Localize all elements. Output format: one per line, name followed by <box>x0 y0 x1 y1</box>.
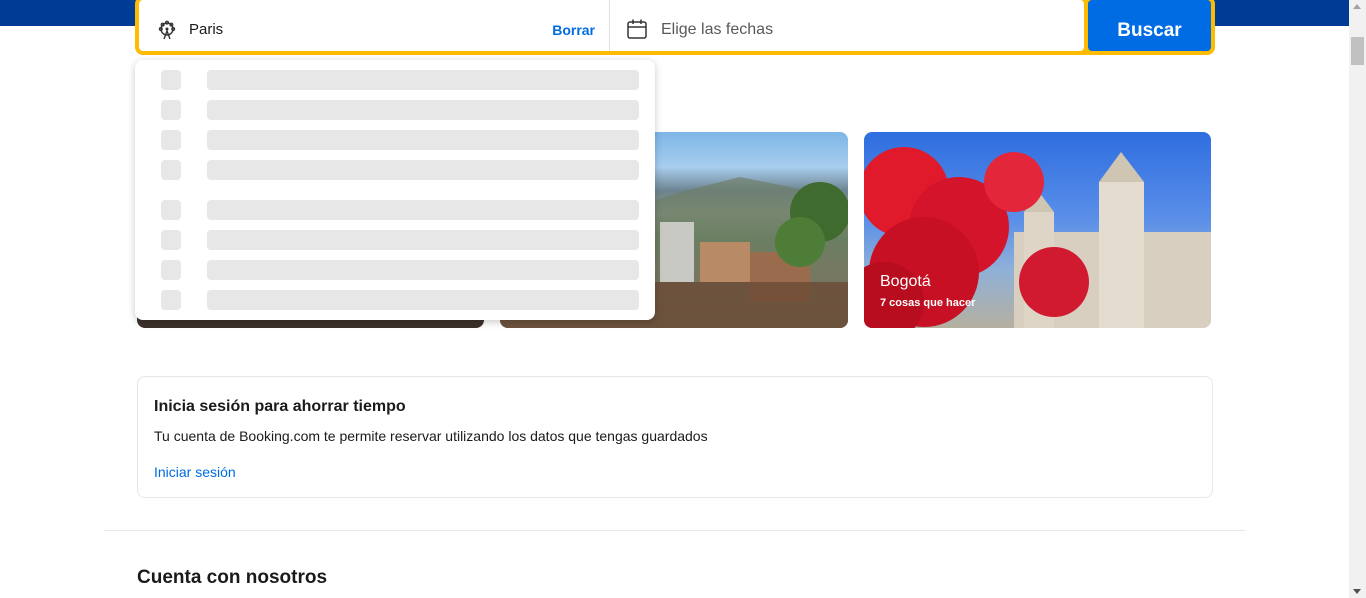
skeleton-icon <box>161 260 181 280</box>
page-scrollbar[interactable] <box>1349 0 1366 598</box>
skeleton-icon <box>161 290 181 310</box>
scroll-down-icon[interactable] <box>1353 589 1361 594</box>
card-title: Bogotá <box>880 273 931 290</box>
skeleton-icon <box>161 130 181 150</box>
skeleton-bar <box>207 130 639 150</box>
skeleton-icon <box>161 100 181 120</box>
section-divider <box>104 530 1245 531</box>
loading-skeleton-row <box>135 200 655 220</box>
ferris-wheel-icon <box>158 20 176 40</box>
skeleton-icon <box>161 230 181 250</box>
destination-field[interactable]: Paris Borrar <box>139 0 609 51</box>
skeleton-icon <box>161 200 181 220</box>
signin-description: Tu cuenta de Booking.com te permite rese… <box>154 428 708 444</box>
loading-skeleton-row <box>135 130 655 150</box>
skeleton-bar <box>207 260 639 280</box>
loading-skeleton-row <box>135 70 655 90</box>
loading-skeleton-row <box>135 100 655 120</box>
scroll-thumb[interactable] <box>1351 37 1364 65</box>
loading-skeleton-row <box>135 290 655 310</box>
signin-banner: Inicia sesión para ahorrar tiempo Tu cue… <box>137 376 1213 498</box>
skeleton-icon <box>161 70 181 90</box>
skeleton-bar <box>207 290 639 310</box>
loading-skeleton-row <box>135 160 655 180</box>
search-bar: Paris Borrar Elige las fechas Buscar <box>135 0 1215 55</box>
skeleton-bar <box>207 230 639 250</box>
clear-button[interactable]: Borrar <box>552 22 595 38</box>
dates-placeholder: Elige las fechas <box>661 21 774 38</box>
calendar-icon <box>627 19 647 39</box>
section-heading: Cuenta con nosotros <box>137 567 328 588</box>
skeleton-bar <box>207 200 639 220</box>
scroll-up-icon[interactable] <box>1353 4 1361 9</box>
suggestions-dropdown <box>135 60 655 320</box>
destination-card-bogota[interactable]: Bogotá 7 cosas que hacer <box>864 132 1211 328</box>
skeleton-icon <box>161 160 181 180</box>
loading-skeleton-row <box>135 260 655 280</box>
search-button[interactable]: Buscar <box>1088 0 1211 51</box>
destination-input[interactable]: Paris <box>189 21 223 38</box>
skeleton-bar <box>207 100 639 120</box>
dates-field[interactable]: Elige las fechas <box>610 0 1084 51</box>
card-subtitle: 7 cosas que hacer <box>880 297 976 309</box>
loading-skeleton-row <box>135 230 655 250</box>
signin-title: Inicia sesión para ahorrar tiempo <box>154 398 406 415</box>
signin-link[interactable]: Iniciar sesión <box>154 464 236 480</box>
skeleton-bar <box>207 70 639 90</box>
skeleton-bar <box>207 160 639 180</box>
